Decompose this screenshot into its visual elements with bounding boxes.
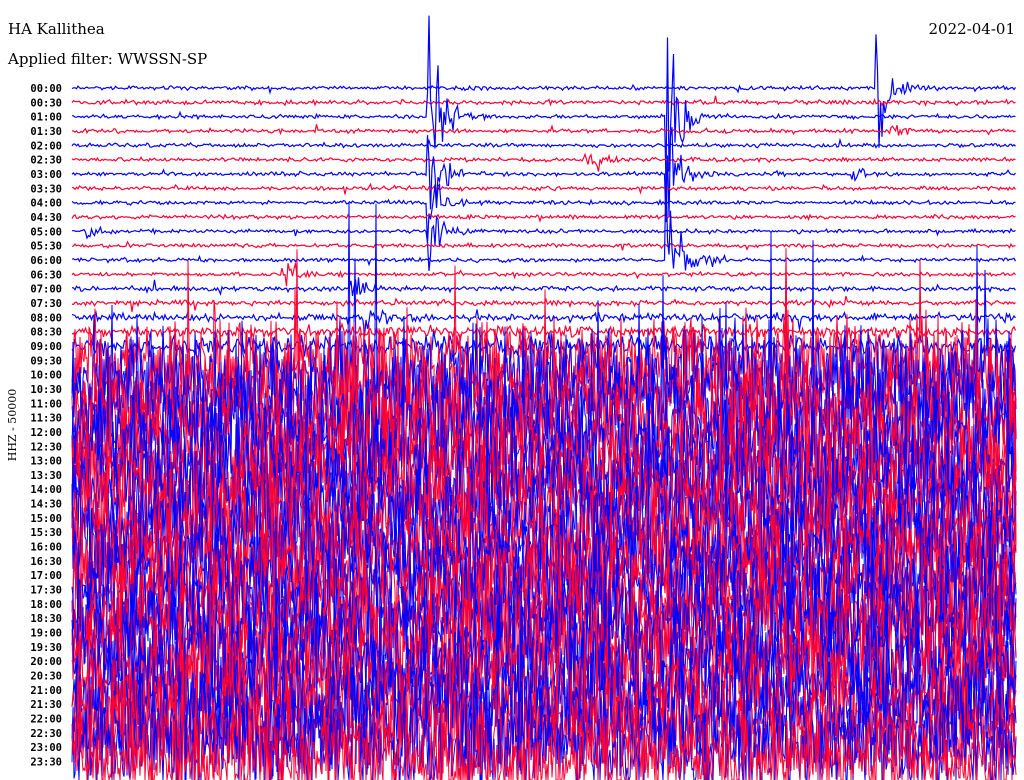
time-label: 10:00	[30, 370, 62, 382]
time-label: 05:30	[30, 241, 62, 253]
trace-row-0500	[72, 215, 1016, 271]
channel-label: HHZ - 50000	[6, 389, 19, 462]
trace-row-0030	[71, 95, 1016, 107]
time-label: 21:00	[30, 685, 62, 697]
time-label: 07:30	[30, 298, 62, 310]
time-label: 19:00	[30, 628, 62, 640]
time-label: 19:30	[30, 642, 62, 654]
time-label: 14:00	[30, 484, 62, 496]
time-label: 09:30	[30, 355, 62, 367]
time-label: 23:00	[30, 742, 62, 754]
time-label: 16:30	[30, 556, 62, 568]
trace-row-0130	[71, 124, 1016, 136]
time-label: 18:30	[30, 613, 62, 625]
time-label: 15:30	[30, 527, 62, 539]
time-label: 10:30	[30, 384, 62, 396]
trace-row-0430	[71, 213, 1016, 224]
time-label: 12:00	[30, 427, 62, 439]
time-label: 20:00	[30, 656, 62, 668]
time-label: 05:00	[30, 226, 62, 238]
time-label: 14:30	[30, 499, 62, 511]
time-label: 17:00	[30, 570, 62, 582]
time-label: 23:30	[30, 757, 62, 769]
time-label: 17:30	[30, 585, 62, 597]
time-label: 21:30	[30, 699, 62, 711]
time-label: 04:00	[30, 198, 62, 210]
time-label: 22:00	[30, 714, 62, 726]
time-label: 18:00	[30, 599, 62, 611]
time-label: 13:30	[30, 470, 62, 482]
trace-row-0630	[71, 263, 1016, 287]
time-label: 20:30	[30, 671, 62, 683]
trace-row-0230	[71, 152, 1016, 172]
time-label: 03:30	[30, 183, 62, 195]
time-label: 08:30	[30, 327, 62, 339]
time-label: 12:30	[30, 441, 62, 453]
trace-row-0530	[71, 240, 1016, 251]
time-label: 01:30	[30, 126, 62, 138]
time-label: 01:00	[30, 112, 62, 124]
time-label: 16:00	[30, 542, 62, 554]
time-label: 00:30	[30, 97, 62, 109]
time-label: 11:00	[30, 398, 62, 410]
trace-row-0300	[71, 127, 1016, 223]
trace-row-0400	[71, 182, 1016, 244]
trace-row-0100	[71, 15, 1016, 182]
time-label: 04:30	[30, 212, 62, 224]
time-label: 08:00	[30, 312, 62, 324]
helicorder-plot: 00:00 00:30 01:00 01:30 02:00 02:30 03:00 03:30…	[6, 15, 1017, 780]
time-label: 11:30	[30, 413, 62, 425]
time-label: 07:00	[30, 284, 62, 296]
time-label: 03:00	[30, 169, 62, 181]
time-label: 06:00	[30, 255, 62, 267]
time-label: 06:30	[30, 269, 62, 281]
trace-row-0330	[71, 182, 1016, 195]
trace-row-0200	[71, 137, 1016, 149]
time-label: 13:00	[30, 456, 62, 468]
time-label: 00:00	[30, 83, 62, 95]
trace-row-0700	[71, 277, 1016, 297]
time-label: 15:00	[30, 513, 62, 525]
traces	[71, 15, 1017, 780]
time-label: 09:00	[30, 341, 62, 353]
time-labels: 00:00 00:30 01:00 01:30 02:00 02:30 03:00 03:30…	[30, 83, 62, 769]
time-label: 02:00	[30, 140, 62, 152]
time-label: 02:30	[30, 155, 62, 167]
time-label: 22:30	[30, 728, 62, 740]
